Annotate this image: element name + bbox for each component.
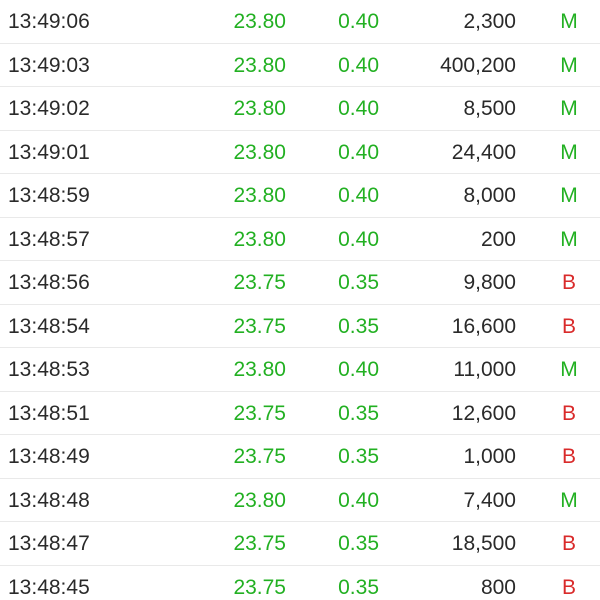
trade-volume: 1,000	[463, 445, 516, 468]
trade-row[interactable]: 13:49:01 23.80 0.40 24,400 M	[0, 131, 600, 174]
trade-price: 23.75	[233, 314, 286, 338]
price-change: 0.40	[338, 97, 379, 120]
trade-side-badge: B	[561, 575, 576, 599]
trade-price: 23.80	[233, 97, 286, 120]
trade-volume: 400,200	[440, 53, 516, 77]
trade-time: 13:48:48	[8, 488, 90, 512]
trade-volume: 8,500	[463, 97, 516, 120]
trade-side-badge: M	[560, 227, 578, 251]
trade-time: 13:48:54	[8, 314, 90, 338]
trade-price: 23.75	[233, 575, 286, 599]
trade-time: 13:48:56	[8, 271, 90, 294]
trade-side-badge: M	[560, 358, 578, 381]
trade-price: 23.80	[233, 10, 286, 33]
trade-side-badge: M	[560, 488, 578, 512]
trade-price: 23.80	[233, 184, 286, 207]
trade-side-badge: B	[561, 271, 576, 294]
trade-ticker-list: 13:49:06 23.80 0.40 2,300 M 13:49:03 23.…	[0, 0, 600, 600]
trade-volume: 16,600	[451, 314, 516, 338]
price-change: 0.40	[338, 10, 379, 33]
trade-side-badge: M	[560, 97, 578, 120]
trade-row[interactable]: 13:48:54 23.75 0.35 16,600 B	[0, 305, 600, 348]
trade-row[interactable]: 13:49:02 23.80 0.40 8,500 M	[0, 87, 600, 131]
trade-price: 23.80	[233, 140, 286, 164]
trade-row[interactable]: 13:48:47 23.75 0.35 18,500 B	[0, 522, 600, 566]
trade-row[interactable]: 13:48:59 23.80 0.40 8,000 M	[0, 174, 600, 218]
trade-price: 23.80	[233, 53, 286, 77]
trade-row[interactable]: 13:48:49 23.75 0.35 1,000 B	[0, 435, 600, 479]
trade-time: 13:48:49	[8, 445, 90, 468]
trade-volume: 7,400	[463, 488, 516, 512]
trade-row[interactable]: 13:48:48 23.80 0.40 7,400 M	[0, 479, 600, 522]
trade-price: 23.75	[233, 401, 286, 425]
price-change: 0.35	[338, 575, 379, 599]
trade-side-badge: B	[561, 314, 576, 338]
trade-time: 13:48:59	[8, 184, 90, 207]
price-change: 0.40	[338, 227, 379, 251]
trade-volume: 8,000	[463, 184, 516, 207]
trade-row[interactable]: 13:48:51 23.75 0.35 12,600 B	[0, 392, 600, 435]
trade-row[interactable]: 13:48:45 23.75 0.35 800 B	[0, 566, 600, 600]
trade-price: 23.80	[233, 488, 286, 512]
trade-row[interactable]: 13:49:06 23.80 0.40 2,300 M	[0, 0, 600, 44]
price-change: 0.35	[338, 445, 379, 468]
price-change: 0.35	[338, 401, 379, 425]
trade-time: 13:48:51	[8, 401, 90, 425]
trade-row[interactable]: 13:49:03 23.80 0.40 400,200 M	[0, 44, 600, 87]
trade-volume: 9,800	[463, 271, 516, 294]
trade-row[interactable]: 13:48:56 23.75 0.35 9,800 B	[0, 261, 600, 305]
trade-volume: 18,500	[451, 532, 516, 555]
trade-side-badge: B	[561, 532, 576, 555]
trade-side-badge: M	[560, 53, 578, 77]
trade-time: 13:49:06	[8, 10, 90, 33]
trade-volume: 24,400	[451, 140, 516, 164]
trade-side-badge: B	[561, 401, 576, 425]
trade-row[interactable]: 13:48:53 23.80 0.40 11,000 M	[0, 348, 600, 392]
trade-price: 23.75	[233, 445, 286, 468]
price-change: 0.35	[338, 314, 379, 338]
trade-side-badge: M	[560, 184, 578, 207]
trade-side-badge: M	[560, 140, 578, 164]
trade-row[interactable]: 13:48:57 23.80 0.40 200 M	[0, 218, 600, 261]
trade-side-badge: B	[561, 445, 576, 468]
trade-price: 23.75	[233, 532, 286, 555]
trade-time: 13:49:03	[8, 53, 90, 77]
trade-time: 13:48:53	[8, 358, 90, 381]
trade-volume: 2,300	[463, 10, 516, 33]
trade-volume: 800	[480, 575, 516, 599]
price-change: 0.35	[338, 271, 379, 294]
trade-volume: 12,600	[451, 401, 516, 425]
trade-volume: 200	[480, 227, 516, 251]
trade-volume: 11,000	[453, 358, 516, 381]
trade-time: 13:48:57	[8, 227, 90, 251]
price-change: 0.40	[338, 358, 379, 381]
price-change: 0.35	[338, 532, 379, 555]
trade-time: 13:48:45	[8, 575, 90, 599]
trade-time: 13:49:02	[8, 97, 90, 120]
price-change: 0.40	[338, 53, 379, 77]
trade-price: 23.75	[233, 271, 286, 294]
trade-time: 13:48:47	[8, 532, 90, 555]
price-change: 0.40	[338, 488, 379, 512]
trade-price: 23.80	[233, 227, 286, 251]
trade-side-badge: M	[560, 10, 578, 33]
trade-time: 13:49:01	[8, 140, 90, 164]
trade-price: 23.80	[233, 358, 286, 381]
price-change: 0.40	[338, 184, 379, 207]
price-change: 0.40	[338, 140, 379, 164]
